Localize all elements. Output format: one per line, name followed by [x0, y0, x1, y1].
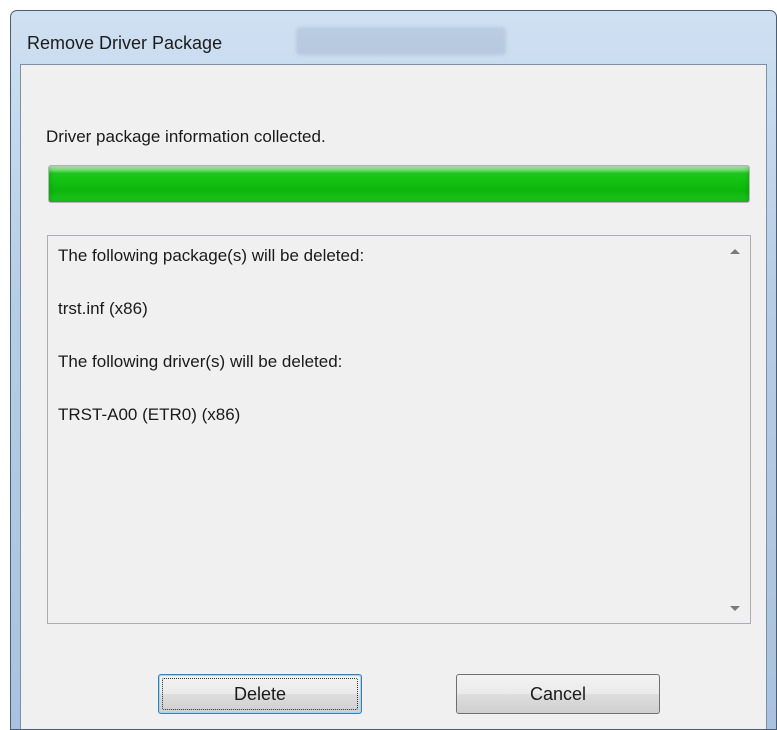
progress-bar	[48, 165, 750, 203]
cancel-button[interactable]: Cancel	[456, 674, 660, 714]
window-title: Remove Driver Package	[27, 33, 223, 53]
details-line: The following package(s) will be deleted…	[58, 246, 365, 265]
details-lines: The following package(s) will be deleted…	[58, 242, 710, 454]
scroll-down-button[interactable]	[720, 593, 750, 623]
titlebar-glass	[296, 27, 506, 55]
chevron-down-icon	[730, 605, 740, 611]
status-text: Driver package information collected.	[46, 127, 326, 146]
scroll-up-button[interactable]	[720, 236, 750, 266]
delete-button[interactable]: Delete	[158, 674, 362, 714]
details-textbox[interactable]: The following package(s) will be deleted…	[47, 235, 751, 624]
delete-button-label: Delete	[233, 683, 287, 704]
details-line: TRST-A00 (ETR0) (x86)	[58, 405, 241, 424]
cancel-button-label: Cancel	[529, 683, 587, 704]
dialog-client-area: Driver package information collected. Th…	[20, 64, 767, 729]
vertical-scrollbar[interactable]	[720, 236, 750, 623]
details-line: The following driver(s) will be deleted:	[58, 352, 343, 371]
chevron-up-icon	[730, 248, 740, 254]
progress-fill	[49, 166, 749, 202]
details-line: trst.inf (x86)	[58, 299, 148, 318]
dialog-window: Remove Driver Package Driver package inf…	[10, 10, 777, 730]
